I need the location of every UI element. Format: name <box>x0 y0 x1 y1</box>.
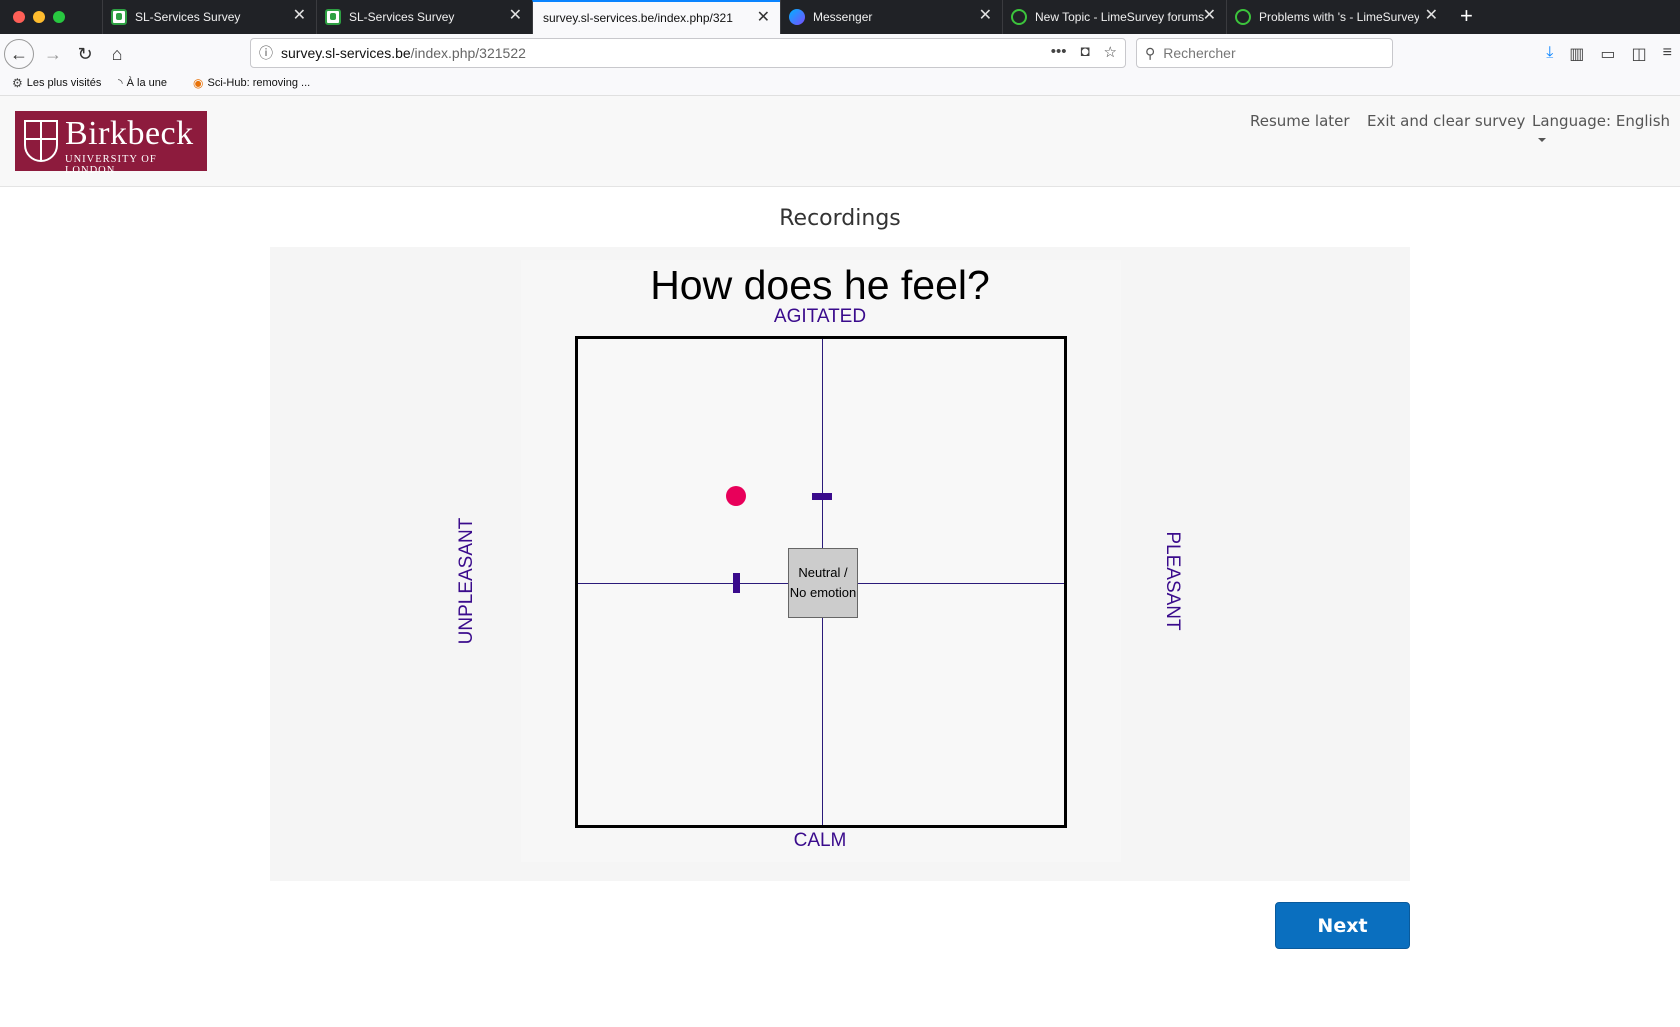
next-button[interactable]: Next <box>1275 902 1410 949</box>
tab-title: SL-Services Survey <box>349 10 455 24</box>
more-actions-icon[interactable]: ••• <box>1051 43 1067 61</box>
search-icon: ⚲ <box>1145 44 1156 61</box>
home-icon[interactable]: ⌂ <box>102 39 132 69</box>
tab-messenger[interactable]: Messenger ✕ <box>780 0 1002 34</box>
limesurvey-icon <box>325 9 341 25</box>
exit-clear-survey-link[interactable]: Exit and clear survey <box>1367 112 1525 130</box>
bookmark-most-visited[interactable]: ⚙ Les plus visités <box>12 76 101 90</box>
close-icon[interactable]: ✕ <box>979 8 992 24</box>
new-tab-plus-icon[interactable]: + <box>1460 3 1473 29</box>
language-label: Language: English <box>1532 112 1671 130</box>
crest-icon <box>24 120 58 162</box>
caret-down-icon <box>1538 137 1546 142</box>
close-icon[interactable]: ✕ <box>1203 8 1216 24</box>
zoom-window-button[interactable] <box>53 11 65 23</box>
language-dropdown[interactable]: Language: English <box>1532 112 1680 148</box>
back-arrow-icon[interactable]: ← <box>4 39 34 69</box>
bookmark-label: À la une <box>126 77 168 89</box>
close-icon[interactable]: ✕ <box>757 10 770 26</box>
close-icon[interactable]: ✕ <box>509 8 522 24</box>
bookmark-label: Les plus visités <box>26 77 102 89</box>
pocket-icon[interactable]: ◘ <box>1080 43 1089 61</box>
bookmark-a-la-une[interactable]: ◝ À la une <box>118 76 167 90</box>
tab-sl-services-survey-2[interactable]: SL-Services Survey ✕ <box>316 0 532 34</box>
tab-title: Problems with 's - LimeSurvey f <box>1259 10 1419 24</box>
emotion-grid[interactable]: Neutral / No emotion <box>575 336 1067 828</box>
selection-dot[interactable] <box>726 486 746 506</box>
axis-label-right: PLEASANT <box>1162 531 1183 631</box>
sidebar-icon[interactable]: ◫ <box>1632 44 1647 64</box>
bookmarks-toolbar: ⚙ Les plus visités ◝ À la une ◉ Sci-Hub:… <box>0 72 1680 96</box>
search-placeholder: Rechercher <box>1163 45 1236 61</box>
messenger-icon <box>789 9 805 25</box>
reload-icon[interactable]: ↻ <box>70 39 100 69</box>
bookmark-label: Sci-Hub: removing ... <box>207 77 311 89</box>
axis-label-top: AGITATED <box>773 306 867 327</box>
neutral-label-line1: Neutral / <box>798 565 848 580</box>
rss-icon: ◝ <box>118 76 123 90</box>
page-title: Recordings <box>779 206 901 231</box>
download-icon[interactable]: ⤓ <box>1546 44 1553 64</box>
navigation-toolbar: ← → ↻ ⌂ ⓘ survey.sl-services.be/index.ph… <box>0 34 1680 72</box>
close-icon[interactable]: ✕ <box>1425 8 1438 24</box>
minimize-window-button[interactable] <box>33 11 45 23</box>
resume-later-link[interactable]: Resume later <box>1250 112 1350 130</box>
info-icon[interactable]: ⓘ <box>251 43 281 63</box>
tab-limesurvey-forums[interactable]: New Topic - LimeSurvey forums ✕ <box>1002 0 1226 34</box>
tab-sl-services-survey-1[interactable]: SL-Services Survey ✕ <box>102 0 316 34</box>
logo-name: Birkbeck <box>65 115 194 152</box>
url-host: survey.sl-services.be <box>281 45 411 61</box>
scihub-icon: ◉ <box>193 76 204 90</box>
question-heading: How does he feel? <box>650 262 990 308</box>
tab-survey-active[interactable]: survey.sl-services.be/index.php/321522 ✕ <box>532 0 780 34</box>
bookmark-star-icon[interactable]: ☆ <box>1104 43 1117 61</box>
forward-arrow-icon[interactable]: → <box>38 39 68 69</box>
axis-label-bottom: CALM <box>793 830 847 851</box>
tab-title: SL-Services Survey <box>135 10 241 24</box>
search-input[interactable]: ⚲ Rechercher <box>1136 38 1393 68</box>
axis-label-left: UNPLEASANT <box>456 517 477 645</box>
tab-title: New Topic - LimeSurvey forums <box>1035 10 1205 24</box>
gear-icon: ⚙ <box>12 76 23 90</box>
limesurvey-icon <box>111 9 127 25</box>
logo-subtitle: UNIVERSITY OF LONDON <box>65 154 157 176</box>
menu-icon[interactable]: ≡ <box>1663 44 1672 64</box>
address-bar[interactable]: ⓘ survey.sl-services.be/index.php/321522… <box>250 38 1126 68</box>
tab-title: survey.sl-services.be/index.php/321522 <box>543 11 733 25</box>
lime-icon <box>1011 9 1027 25</box>
close-icon[interactable]: ✕ <box>293 8 306 24</box>
reader-view-icon[interactable]: ▭ <box>1600 44 1615 64</box>
birkbeck-logo[interactable]: Birkbeck UNIVERSITY OF LONDON <box>15 111 207 176</box>
url-path: /index.php/321522 <box>410 45 526 61</box>
site-header: Birkbeck UNIVERSITY OF LONDON Resume lat… <box>0 96 1680 187</box>
lime-icon <box>1235 9 1251 25</box>
library-icon[interactable]: ▥ <box>1569 44 1584 64</box>
bookmark-sci-hub[interactable]: ◉ Sci-Hub: removing ... <box>193 76 310 90</box>
valence-marker[interactable] <box>733 573 740 593</box>
close-window-button[interactable] <box>13 11 25 23</box>
tab-bar: SL-Services Survey ✕ SL-Services Survey … <box>0 0 1680 34</box>
tab-title: Messenger <box>813 10 873 24</box>
tab-limesurvey-problems[interactable]: Problems with 's - LimeSurvey f ✕ <box>1226 0 1448 34</box>
neutral-button[interactable]: Neutral / No emotion <box>788 548 858 618</box>
arousal-marker[interactable] <box>812 493 832 500</box>
neutral-label-line2: No emotion <box>789 585 857 600</box>
